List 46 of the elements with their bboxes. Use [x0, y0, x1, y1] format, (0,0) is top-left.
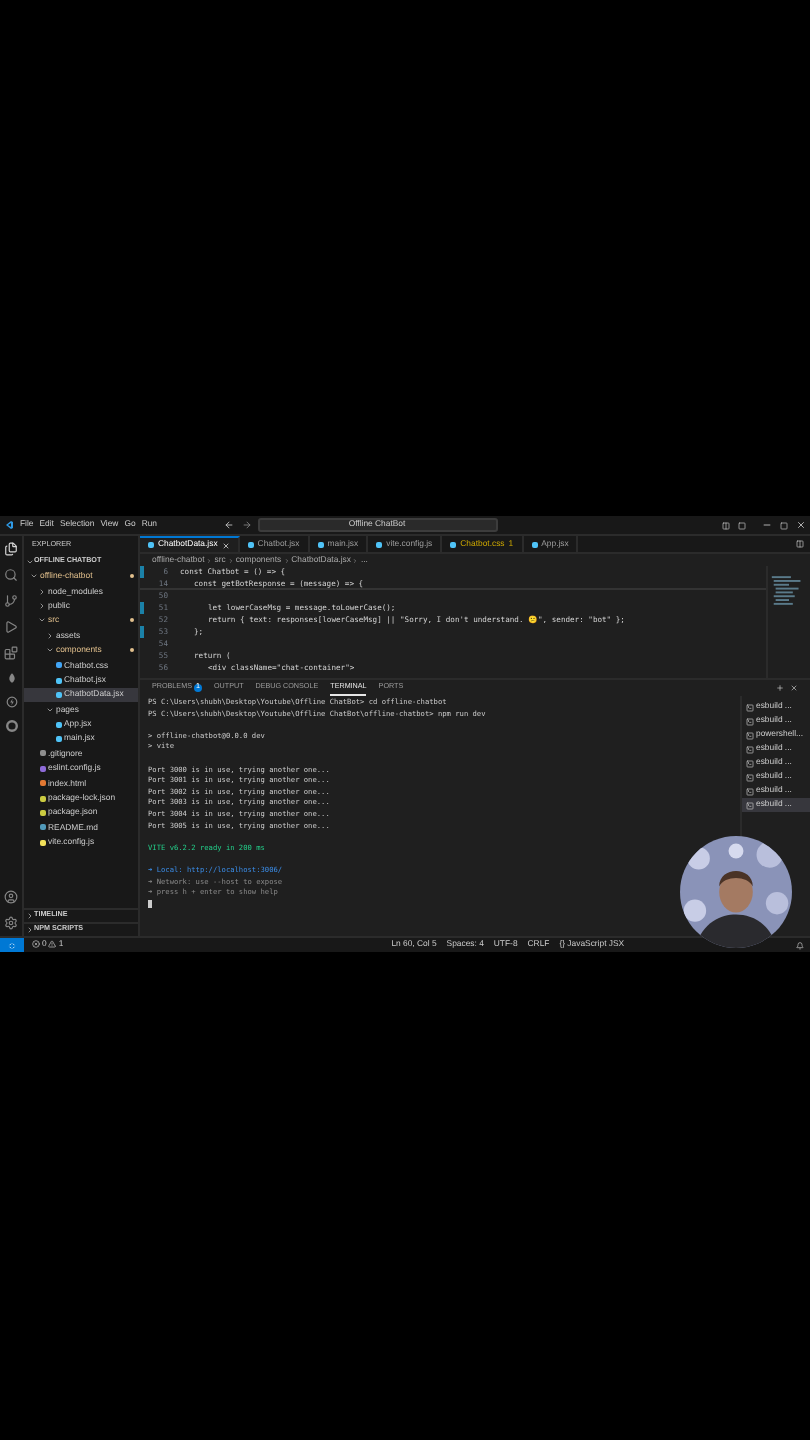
settings-icon[interactable]	[4, 916, 18, 930]
files-icon[interactable]	[4, 542, 18, 556]
error-icon	[32, 940, 40, 949]
maximize-icon[interactable]	[780, 521, 788, 529]
account-icon[interactable]	[4, 890, 18, 904]
lightning-icon[interactable]	[5, 696, 17, 708]
terminal-cursor	[148, 900, 152, 909]
leaf-icon[interactable]	[5, 672, 17, 684]
file-icon	[40, 750, 46, 757]
layout-icon[interactable]	[722, 521, 730, 529]
file-icon	[56, 662, 62, 669]
warning-icon	[48, 940, 57, 949]
file-icon	[450, 541, 457, 547]
file-icon	[40, 839, 46, 846]
extensions-icon[interactable]	[4, 646, 18, 660]
terminal-icon	[746, 745, 754, 753]
logo-icon	[4, 520, 14, 530]
terminal-icon	[746, 801, 754, 809]
terminal-icon	[746, 773, 754, 781]
remote-icon	[8, 941, 16, 949]
terminal-icon	[746, 731, 754, 739]
minimap-drawing	[771, 576, 801, 605]
file-icon	[40, 795, 46, 802]
file-icon	[40, 780, 46, 787]
file-icon	[317, 541, 324, 547]
minimize-icon[interactable]	[762, 520, 772, 530]
run-icon[interactable]	[4, 620, 18, 634]
branch-icon[interactable]	[4, 594, 18, 608]
search-icon[interactable]	[4, 568, 18, 582]
layout-icon[interactable]	[738, 521, 746, 529]
terminal-icon	[746, 703, 754, 711]
split-icon[interactable]	[796, 540, 804, 548]
terminal-icon	[746, 717, 754, 725]
file-icon	[56, 736, 62, 743]
bell-icon[interactable]	[796, 941, 804, 949]
terminal-icon	[746, 759, 754, 767]
file-icon	[376, 541, 383, 547]
add-icon[interactable]	[776, 684, 784, 692]
file-icon	[247, 541, 254, 547]
file-icon	[531, 541, 538, 547]
terminal-icon	[746, 787, 754, 795]
forward-icon[interactable]	[241, 520, 251, 530]
file-icon	[148, 542, 154, 548]
file-icon	[56, 721, 62, 728]
file-icon	[40, 765, 46, 772]
back-icon[interactable]	[223, 520, 233, 530]
